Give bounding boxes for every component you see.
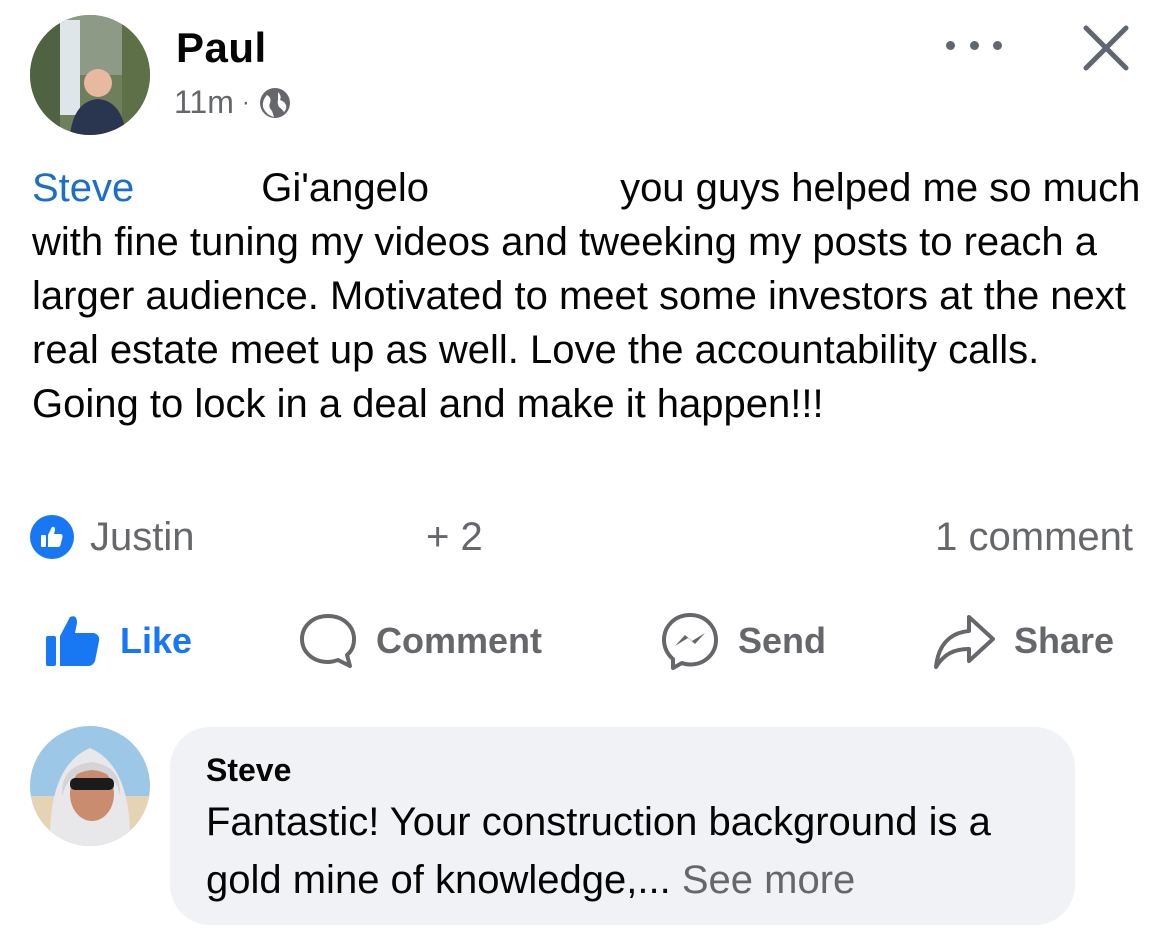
more-options-icon[interactable] [946,34,1002,56]
mention-giangelo[interactable]: Gi'angelo [261,166,429,210]
comment-text: Fantastic! Your construction background … [206,793,1039,909]
post-time[interactable]: 11m [174,84,234,121]
share-button[interactable]: Share [932,606,1114,676]
thumbs-up-icon [44,612,102,670]
like-button[interactable]: Like [44,606,192,676]
mention-steve[interactable]: Steve [32,166,134,210]
messenger-icon [660,611,720,671]
see-more-link[interactable]: See more [682,858,855,902]
commenter-name[interactable]: Steve [206,749,1039,791]
close-icon[interactable] [1080,22,1132,74]
comment-icon [298,611,358,671]
share-label: Share [1014,620,1115,661]
meta-separator: · [241,88,250,116]
comment-body: Fantastic! Your construction background … [206,800,991,902]
reactions-summary[interactable]: Justin [30,512,195,562]
globe-icon [258,86,292,120]
send-button[interactable]: Send [660,606,826,676]
commenter-avatar[interactable] [30,726,150,846]
post-meta: 11m · [174,84,292,121]
post-text: Steve Gi'angelo you guys helped me so much… [32,161,1142,431]
send-label: Send [738,620,827,661]
comment-label: Comment [376,620,543,661]
post-text-line-1: you guys helped me so [620,166,1032,210]
reactor-extra-count[interactable]: + 2 [426,512,483,562]
comment-bubble: Steve Fantastic! Your construction backg… [170,727,1075,925]
author-avatar[interactable] [30,15,150,135]
share-arrow-icon [932,611,996,671]
comment-button[interactable]: Comment [298,606,542,676]
like-label: Like [120,620,193,661]
like-reaction-icon [30,515,74,559]
post-author-name[interactable]: Paul [176,24,267,72]
reactor-name: Justin [90,514,195,559]
comment-count[interactable]: 1 comment [935,512,1133,562]
